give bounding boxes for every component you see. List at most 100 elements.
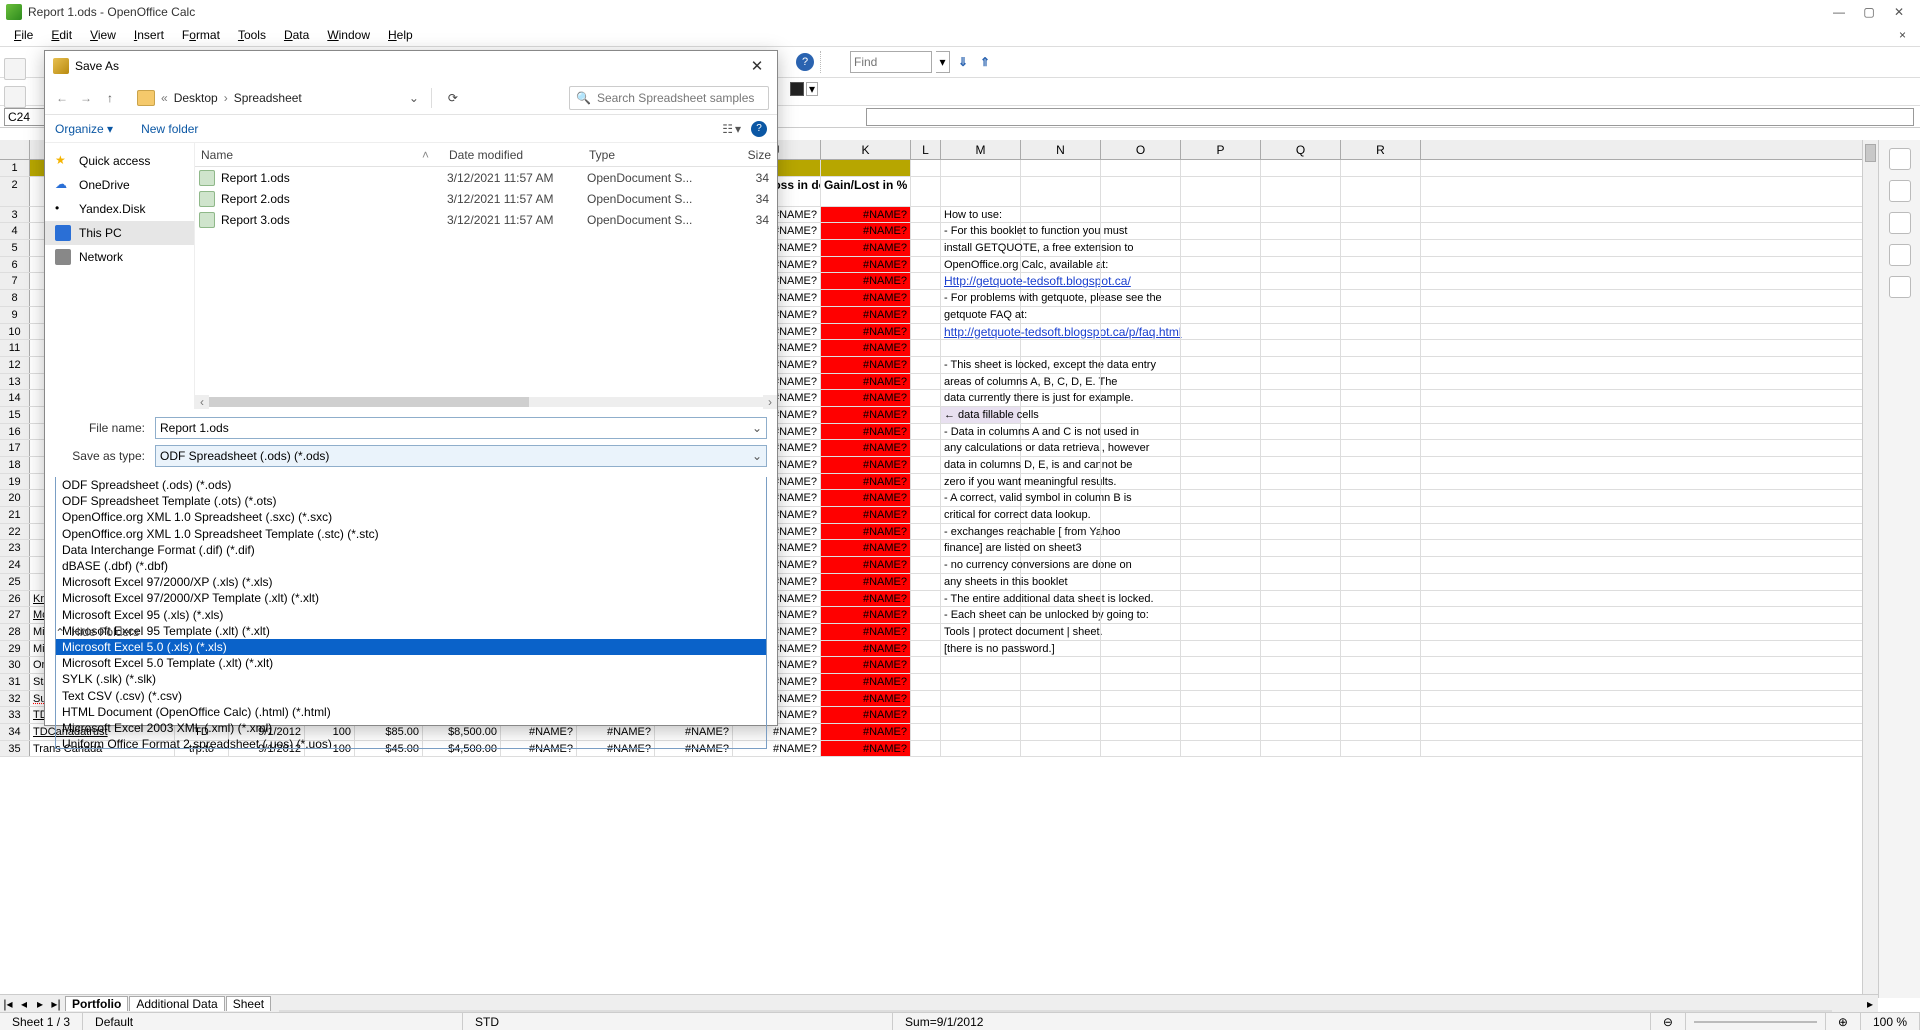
row-header[interactable]: 21 [0, 507, 30, 523]
nav-back-button[interactable]: ← [53, 91, 71, 105]
view-options-button[interactable]: ☷▾ [722, 122, 741, 136]
toolbar-button[interactable] [4, 86, 26, 108]
sidebar-functions-icon[interactable] [1889, 276, 1911, 298]
cell[interactable] [1341, 624, 1421, 640]
cell[interactable] [1021, 177, 1101, 206]
format-option[interactable]: Microsoft Excel 95 Template (.xlt) (*.xl… [56, 623, 766, 639]
cell[interactable] [1181, 540, 1261, 556]
cell[interactable] [1181, 324, 1261, 340]
cell[interactable] [1341, 407, 1421, 423]
format-option[interactable]: Microsoft Excel 97/2000/XP Template (.xl… [56, 590, 766, 606]
cell[interactable] [1261, 641, 1341, 657]
cell[interactable] [1261, 507, 1341, 523]
organize-button[interactable]: Organize ▾ [55, 122, 113, 136]
cell[interactable]: Http://getquote-tedsoft.blogspot.ca/ [941, 273, 1021, 289]
cell[interactable] [1341, 591, 1421, 607]
format-option[interactable]: dBASE (.dbf) (*.dbf) [56, 558, 766, 574]
cell[interactable] [1261, 741, 1341, 757]
cell[interactable]: #NAME? [821, 524, 911, 540]
cell[interactable] [911, 557, 941, 573]
cell[interactable] [1341, 177, 1421, 206]
row-header[interactable]: 12 [0, 357, 30, 373]
cell[interactable] [1341, 223, 1421, 239]
cell[interactable] [1021, 290, 1101, 306]
cell[interactable]: #NAME? [821, 741, 911, 757]
cell[interactable] [1341, 424, 1421, 440]
cell[interactable]: - This sheet is locked, except the data … [941, 357, 1021, 373]
cell[interactable] [1021, 257, 1101, 273]
row-header[interactable]: 14 [0, 390, 30, 406]
cell[interactable]: #NAME? [821, 457, 911, 473]
row-header[interactable]: 10 [0, 324, 30, 340]
cell[interactable] [1261, 574, 1341, 590]
cell[interactable] [1261, 674, 1341, 690]
cell[interactable] [1021, 574, 1101, 590]
hscroll-right-button[interactable]: ▸ [1862, 997, 1878, 1011]
cell[interactable] [1261, 240, 1341, 256]
cell[interactable] [911, 324, 941, 340]
row-header[interactable]: 26 [0, 591, 30, 607]
cell[interactable] [1021, 591, 1101, 607]
row-header[interactable]: 3 [0, 207, 30, 223]
find-next-button[interactable]: ⇓ [954, 53, 972, 71]
cell[interactable]: #NAME? [821, 607, 911, 623]
cell[interactable]: #NAME? [821, 307, 911, 323]
cell[interactable] [911, 724, 941, 740]
cell[interactable] [1341, 474, 1421, 490]
cell[interactable] [911, 474, 941, 490]
cell[interactable]: #NAME? [821, 507, 911, 523]
cell[interactable]: data currently there is just for example… [941, 390, 1021, 406]
row-header[interactable]: 27 [0, 607, 30, 623]
cell[interactable] [911, 390, 941, 406]
cell[interactable] [1181, 340, 1261, 356]
cell[interactable]: - no currency conversions are done on [941, 557, 1021, 573]
col-header[interactable]: N [1021, 140, 1101, 159]
cell[interactable]: #NAME? [821, 273, 911, 289]
cell[interactable] [1101, 240, 1181, 256]
sheet-tab-sheet[interactable]: Sheet [226, 996, 271, 1011]
toolbar-button[interactable] [4, 58, 26, 80]
cell[interactable]: http://getquote-tedsoft.blogspot.ca/p/fa… [941, 324, 1021, 340]
cell[interactable] [911, 340, 941, 356]
cell[interactable] [1021, 223, 1101, 239]
cell[interactable]: #NAME? [821, 257, 911, 273]
sidebar-navigator-icon[interactable] [1889, 244, 1911, 266]
savetype-combobox[interactable]: ODF Spreadsheet (.ods) (*.ods) ⌄ [155, 445, 767, 467]
zoom-out-button[interactable]: ⊖ [1651, 1013, 1686, 1030]
cell[interactable] [1341, 390, 1421, 406]
cell[interactable]: zero if you want meaningful results. [941, 474, 1021, 490]
sidebar-gallery-icon[interactable] [1889, 212, 1911, 234]
cell[interactable] [911, 524, 941, 540]
cell[interactable] [1021, 160, 1101, 176]
cell[interactable]: Tools | protect document | sheet. [941, 624, 1021, 640]
row-header[interactable]: 15 [0, 407, 30, 423]
cell[interactable] [941, 657, 1021, 673]
cell[interactable]: #NAME? [821, 440, 911, 456]
cell[interactable] [1101, 724, 1181, 740]
row-header[interactable]: 20 [0, 490, 30, 506]
cell[interactable]: critical for correct data lookup. [941, 507, 1021, 523]
cell[interactable] [1021, 607, 1101, 623]
find-input[interactable] [850, 51, 932, 73]
cell[interactable] [1341, 691, 1421, 707]
cell[interactable] [1181, 574, 1261, 590]
menu-window[interactable]: Window [319, 26, 378, 44]
menu-insert[interactable]: Insert [126, 26, 172, 44]
cell[interactable] [1261, 557, 1341, 573]
cell[interactable]: #NAME? [821, 591, 911, 607]
row-header[interactable]: 7 [0, 273, 30, 289]
cell[interactable] [911, 540, 941, 556]
col-date[interactable]: Date modified [443, 148, 583, 162]
cell[interactable] [1101, 407, 1181, 423]
cell[interactable] [911, 507, 941, 523]
cell[interactable]: Gain/Lost in % [821, 177, 911, 206]
cell[interactable] [1101, 591, 1181, 607]
dialog-search-box[interactable]: 🔍 Search Spreadsheet samples [569, 86, 769, 110]
format-option[interactable]: ODF Spreadsheet Template (.ots) (*.ots) [56, 493, 766, 509]
cell[interactable] [1021, 741, 1101, 757]
cell[interactable] [1341, 507, 1421, 523]
format-option[interactable]: Microsoft Excel 97/2000/XP (.xls) (*.xls… [56, 574, 766, 590]
cell[interactable] [1101, 741, 1181, 757]
cell[interactable] [1021, 524, 1101, 540]
cell[interactable] [1181, 390, 1261, 406]
